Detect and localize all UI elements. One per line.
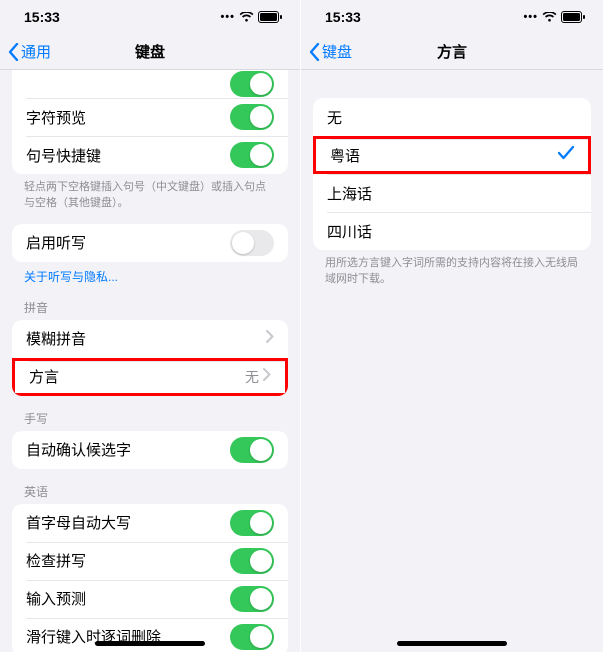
predictive-label: 输入预测 — [26, 588, 230, 609]
period-shortcut-label: 句号快捷键 — [26, 145, 230, 166]
row-period-shortcut[interactable]: 句号快捷键 — [12, 136, 288, 174]
nav-bar: 键盘 方言 — [301, 34, 603, 70]
group-pinyin: 模糊拼音 方言 无 — [12, 320, 288, 396]
home-indicator — [95, 641, 205, 646]
chevron-right-icon — [266, 330, 274, 347]
toggle-autoconfirm[interactable] — [230, 437, 274, 463]
row-char-preview[interactable]: 字符预览 — [12, 98, 288, 136]
checkmark-icon — [558, 146, 574, 164]
option-none[interactable]: 无 — [313, 98, 591, 136]
phone-right: 15:33 ••• 键盘 方言 无 粤语 — [301, 0, 603, 652]
toggle-spellcheck[interactable] — [230, 548, 274, 574]
toggle-char-preview[interactable] — [230, 104, 274, 130]
toggle-top-hidden[interactable] — [230, 71, 274, 97]
dialect-value: 无 — [245, 367, 259, 387]
phone-left: 15:33 ••• 通用 键盘 字符预览 — [0, 0, 301, 652]
cellular-icon: ••• — [523, 11, 538, 23]
back-label: 键盘 — [322, 41, 352, 62]
back-button[interactable]: 通用 — [8, 41, 51, 62]
dialect-label: 方言 — [29, 366, 245, 387]
section-handwrite: 手写 — [24, 410, 276, 427]
back-button[interactable]: 键盘 — [309, 41, 352, 62]
battery-icon — [561, 11, 585, 23]
option-shanghainese-label: 上海话 — [327, 183, 577, 204]
status-icons: ••• — [523, 11, 585, 23]
nav-bar: 通用 键盘 — [0, 34, 300, 70]
battery-icon — [258, 11, 282, 23]
content-left: 字符预览 句号快捷键 轻点两下空格键插入句号（中文键盘）或插入句点与空格（其他键… — [0, 70, 300, 652]
option-none-label: 无 — [327, 107, 577, 128]
wifi-icon — [239, 12, 254, 23]
dialect-footer: 用所选方言键入字词所需的支持内容将在接入无线局域网时下载。 — [325, 256, 579, 288]
toggle-dictation[interactable] — [230, 230, 274, 256]
shortcut-note: 轻点两下空格键插入句号（中文键盘）或插入句点与空格（其他键盘）。 — [24, 180, 276, 212]
group-english: 首字母自动大写 检查拼写 输入预测 滑行键入时逐词删除 — [12, 504, 288, 652]
row-spellcheck[interactable]: 检查拼写 — [12, 542, 288, 580]
row-autoconfirm[interactable]: 自动确认候选字 — [12, 431, 288, 469]
section-english: 英语 — [24, 483, 276, 500]
status-time: 15:33 — [24, 9, 60, 25]
option-sichuanese-label: 四川话 — [327, 221, 577, 242]
row-partial-top[interactable] — [12, 70, 288, 98]
chevron-right-icon — [263, 368, 271, 385]
content-right: 无 粤语 上海话 四川话 用所选方言键入字词所需的支持内容将在接入无线局域网时下… — [301, 70, 603, 652]
toggle-predictive[interactable] — [230, 586, 274, 612]
status-bar: 15:33 ••• — [301, 0, 603, 34]
row-autocap[interactable]: 首字母自动大写 — [12, 504, 288, 542]
toggle-period-shortcut[interactable] — [230, 142, 274, 168]
toggle-autocap[interactable] — [230, 510, 274, 536]
status-time: 15:33 — [325, 9, 361, 25]
chevron-left-icon — [309, 43, 320, 61]
back-label: 通用 — [21, 41, 51, 62]
spellcheck-label: 检查拼写 — [26, 550, 230, 571]
status-bar: 15:33 ••• — [0, 0, 300, 34]
option-shanghainese[interactable]: 上海话 — [313, 174, 591, 212]
fuzzy-label: 模糊拼音 — [26, 328, 266, 349]
option-cantonese[interactable]: 粤语 — [313, 136, 591, 174]
toggle-slide-delete[interactable] — [230, 624, 274, 650]
row-slide-delete[interactable]: 滑行键入时逐词删除 — [12, 618, 288, 652]
chevron-left-icon — [8, 43, 19, 61]
dictation-label: 启用听写 — [26, 232, 230, 253]
row-dialect[interactable]: 方言 无 — [12, 358, 288, 396]
home-indicator — [397, 641, 507, 646]
group-handwrite: 自动确认候选字 — [12, 431, 288, 469]
group-dialect-options: 无 粤语 上海话 四川话 — [313, 98, 591, 250]
row-predictive[interactable]: 输入预测 — [12, 580, 288, 618]
option-cantonese-label: 粤语 — [330, 145, 558, 166]
autoconfirm-label: 自动确认候选字 — [26, 439, 230, 460]
status-icons: ••• — [220, 11, 282, 23]
group-keyboard-toggles: 字符预览 句号快捷键 — [12, 70, 288, 174]
section-pinyin: 拼音 — [24, 299, 276, 316]
option-sichuanese[interactable]: 四川话 — [313, 212, 591, 250]
row-dictation[interactable]: 启用听写 — [12, 224, 288, 262]
char-preview-label: 字符预览 — [26, 107, 230, 128]
cellular-icon: ••• — [220, 11, 235, 23]
autocap-label: 首字母自动大写 — [26, 512, 230, 533]
group-dictation: 启用听写 — [12, 224, 288, 262]
row-fuzzy-pinyin[interactable]: 模糊拼音 — [12, 320, 288, 358]
wifi-icon — [542, 12, 557, 23]
dictation-privacy-link[interactable]: 关于听写与隐私... — [24, 268, 276, 285]
